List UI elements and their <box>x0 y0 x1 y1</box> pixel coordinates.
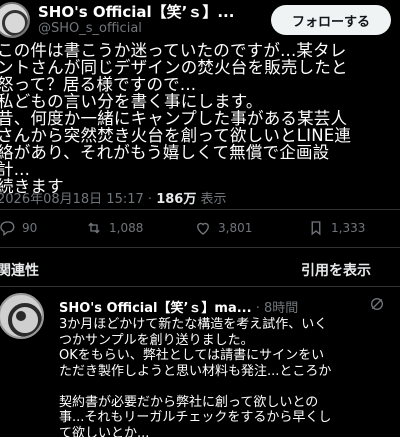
author-avatar[interactable] <box>0 2 30 38</box>
sort-relevance-tab[interactable]: 関連性 <box>0 260 39 280</box>
author-handle[interactable]: @SHO_s_official <box>38 21 142 36</box>
post-meta: 2026年08月18日 15:17 · 186万 表示 <box>0 188 226 207</box>
reply-count: 90 <box>22 221 38 235</box>
grok-icon[interactable] <box>369 296 385 312</box>
post-body: この件は書こうか迷っていたのですが...某タレ ントさんが同じデザインの焚火台を… <box>0 42 352 195</box>
repost-icon <box>88 222 100 234</box>
follow-button[interactable]: フォローする <box>271 5 391 35</box>
reply-header: SHO's Official【笑’ｓ】ma... · 8時間 <box>59 297 298 316</box>
post-timestamp[interactable]: 2026年08月18日 15:17 <box>0 192 144 207</box>
author-display-name[interactable]: SHO's Official【笑’ｓ】... <box>38 1 234 22</box>
meta-separator: · <box>147 192 153 207</box>
post-header: SHO's Official【笑’ｓ】... @SHO_s_official フ… <box>0 0 400 40</box>
view-count-label: 表示 <box>200 192 227 207</box>
divider <box>0 209 400 210</box>
repost-button[interactable]: 1,088 <box>85 218 143 238</box>
heart-icon <box>197 222 209 235</box>
reply-author-name[interactable]: SHO's Official【笑’ｓ】ma... <box>59 301 252 316</box>
like-button[interactable]: 3,801 <box>194 218 252 238</box>
view-quotes-link[interactable]: 引用を表示 <box>301 260 371 280</box>
repost-count: 1,088 <box>109 221 144 235</box>
like-count: 3,801 <box>218 221 253 235</box>
divider <box>0 286 400 287</box>
bookmark-icon <box>311 221 321 236</box>
reply-body: 3か月ほどかけて新たな構造を考え試作、いく つかサンプルを創り送りました。 OK… <box>59 317 332 437</box>
reply-button[interactable]: 90 <box>0 218 37 238</box>
bookmark-count: 1,333 <box>331 221 366 235</box>
bookmark-button[interactable]: 1,333 <box>307 218 365 238</box>
reply-time[interactable]: · 8時間 <box>256 301 299 316</box>
view-count: 186万 <box>156 192 197 207</box>
reply-icon <box>0 221 15 237</box>
divider <box>0 247 400 248</box>
reply-author-avatar[interactable] <box>0 293 44 339</box>
